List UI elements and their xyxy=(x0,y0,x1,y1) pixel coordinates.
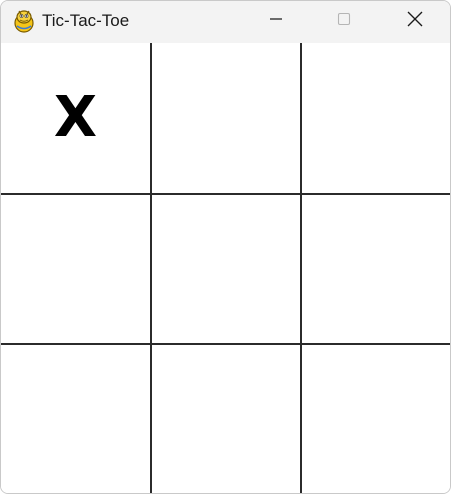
maximize-button[interactable] xyxy=(321,1,367,41)
cell-1-2[interactable] xyxy=(301,194,450,343)
close-button[interactable] xyxy=(392,1,438,41)
maximize-icon xyxy=(336,11,352,32)
cell-mark: X xyxy=(53,85,98,150)
minimize-icon xyxy=(268,11,284,32)
game-window: Tic-Tac-Toe X xyxy=(0,0,451,494)
grid-line-horizontal xyxy=(1,193,450,195)
close-icon xyxy=(406,10,424,33)
grid-line-vertical xyxy=(150,43,152,493)
cell-2-0[interactable] xyxy=(1,344,150,493)
grid-line-vertical xyxy=(300,43,302,493)
cell-2-1[interactable] xyxy=(151,344,300,493)
cell-2-2[interactable] xyxy=(301,344,450,493)
cell-1-1[interactable] xyxy=(151,194,300,343)
cell-1-0[interactable] xyxy=(1,194,150,343)
cell-0-0[interactable]: X xyxy=(1,43,150,193)
title-bar[interactable]: Tic-Tac-Toe xyxy=(1,1,450,43)
pygame-snake-icon xyxy=(12,8,36,34)
cell-0-1[interactable] xyxy=(151,43,300,193)
minimize-button[interactable] xyxy=(253,1,299,41)
window-title: Tic-Tac-Toe xyxy=(42,11,130,30)
game-board: X xyxy=(1,43,450,493)
cell-0-2[interactable] xyxy=(301,43,450,193)
grid-line-horizontal xyxy=(1,343,450,345)
